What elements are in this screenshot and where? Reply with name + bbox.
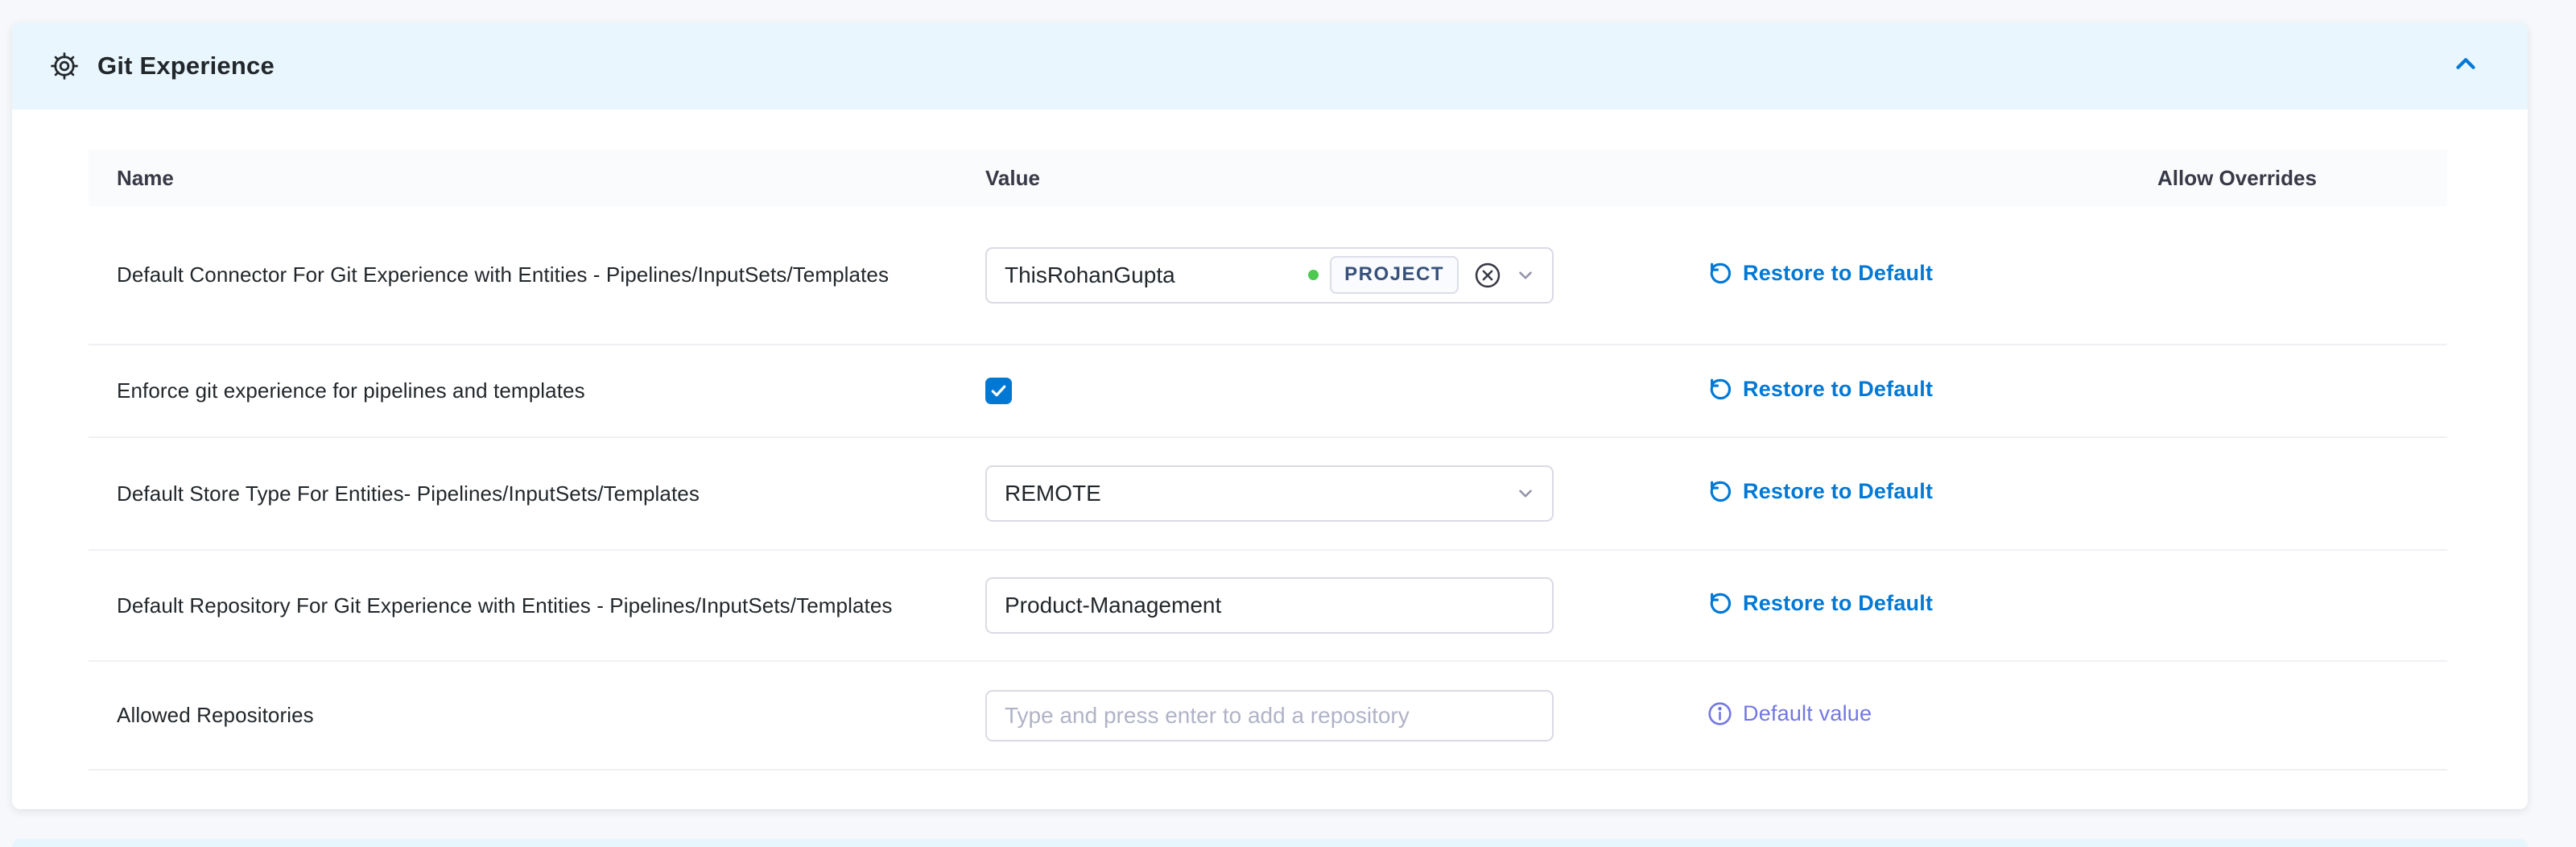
info-icon — [1707, 700, 1733, 727]
circle-x-icon[interactable] — [1473, 261, 1502, 290]
restore-label: Restore to Default — [1743, 591, 1933, 616]
scope-badge: PROJECT — [1330, 256, 1459, 294]
connector-select-field[interactable]: ThisRohanGupta PROJECT — [985, 247, 1554, 304]
restore-icon — [1707, 376, 1733, 403]
next-section-header-peek[interactable] — [12, 839, 2528, 847]
column-header-name: Name — [89, 166, 985, 191]
chevron-down-icon[interactable] — [1515, 265, 1536, 286]
default-value-label: Default value — [1743, 701, 1872, 726]
setting-name: Default Store Type For Entities- Pipelin… — [89, 481, 985, 506]
restore-to-default-button[interactable]: Restore to Default — [1707, 590, 1933, 617]
collapse-section-button[interactable] — [2450, 48, 2486, 84]
setting-row-store-type: Default Store Type For Entities- Pipelin… — [89, 438, 2447, 551]
restore-icon — [1707, 478, 1733, 505]
restore-to-default-button[interactable]: Restore to Default — [1707, 376, 1933, 403]
gear-icon — [49, 51, 80, 81]
default-value-indicator[interactable]: Default value — [1707, 700, 1872, 727]
restore-icon — [1707, 590, 1733, 617]
setting-row-default-connector: Default Connector For Git Experience wit… — [89, 206, 2447, 345]
allowed-repositories-input[interactable] — [985, 690, 1554, 742]
git-experience-panel: Git Experience Name Value Allow Override… — [12, 23, 2528, 809]
git-experience-accordion-header[interactable]: Git Experience — [12, 23, 2528, 109]
green-status-dot — [1308, 270, 1319, 280]
checkmark-icon — [985, 378, 1012, 404]
setting-row-allowed-repositories: Allowed Repositories Default val — [89, 662, 2447, 771]
column-header-value: Value — [985, 166, 1707, 191]
setting-name: Default Connector For Git Experience wit… — [89, 262, 985, 287]
enforce-git-checkbox[interactable] — [985, 378, 1012, 404]
default-repository-input[interactable] — [985, 577, 1554, 634]
table-header-row: Name Value Allow Overrides — [89, 150, 2447, 206]
setting-row-default-repository: Default Repository For Git Experience wi… — [89, 551, 2447, 662]
store-type-select[interactable]: REMOTE — [985, 465, 1554, 522]
restore-to-default-button[interactable]: Restore to Default — [1707, 478, 1933, 505]
restore-to-default-button[interactable]: Restore to Default — [1707, 260, 1933, 287]
selected-store-type: REMOTE — [1005, 481, 1101, 506]
setting-name: Default Repository For Git Experience wi… — [89, 593, 985, 618]
setting-name: Allowed Repositories — [89, 703, 985, 728]
restore-label: Restore to Default — [1743, 479, 1933, 504]
connector-name: ThisRohanGupta — [1005, 262, 1175, 288]
settings-table: Name Value Allow Overrides Default Conne… — [89, 150, 2447, 771]
setting-row-enforce-git: Enforce git experience for pipelines and… — [89, 345, 2447, 438]
column-header-allow-overrides: Allow Overrides — [2157, 166, 2447, 191]
chevron-down-icon — [1515, 483, 1536, 504]
panel-title: Git Experience — [97, 52, 275, 81]
restore-label: Restore to Default — [1743, 261, 1933, 286]
setting-name: Enforce git experience for pipelines and… — [89, 378, 985, 403]
restore-icon — [1707, 260, 1733, 287]
restore-label: Restore to Default — [1743, 377, 1933, 402]
chevron-up-icon — [2450, 48, 2486, 84]
